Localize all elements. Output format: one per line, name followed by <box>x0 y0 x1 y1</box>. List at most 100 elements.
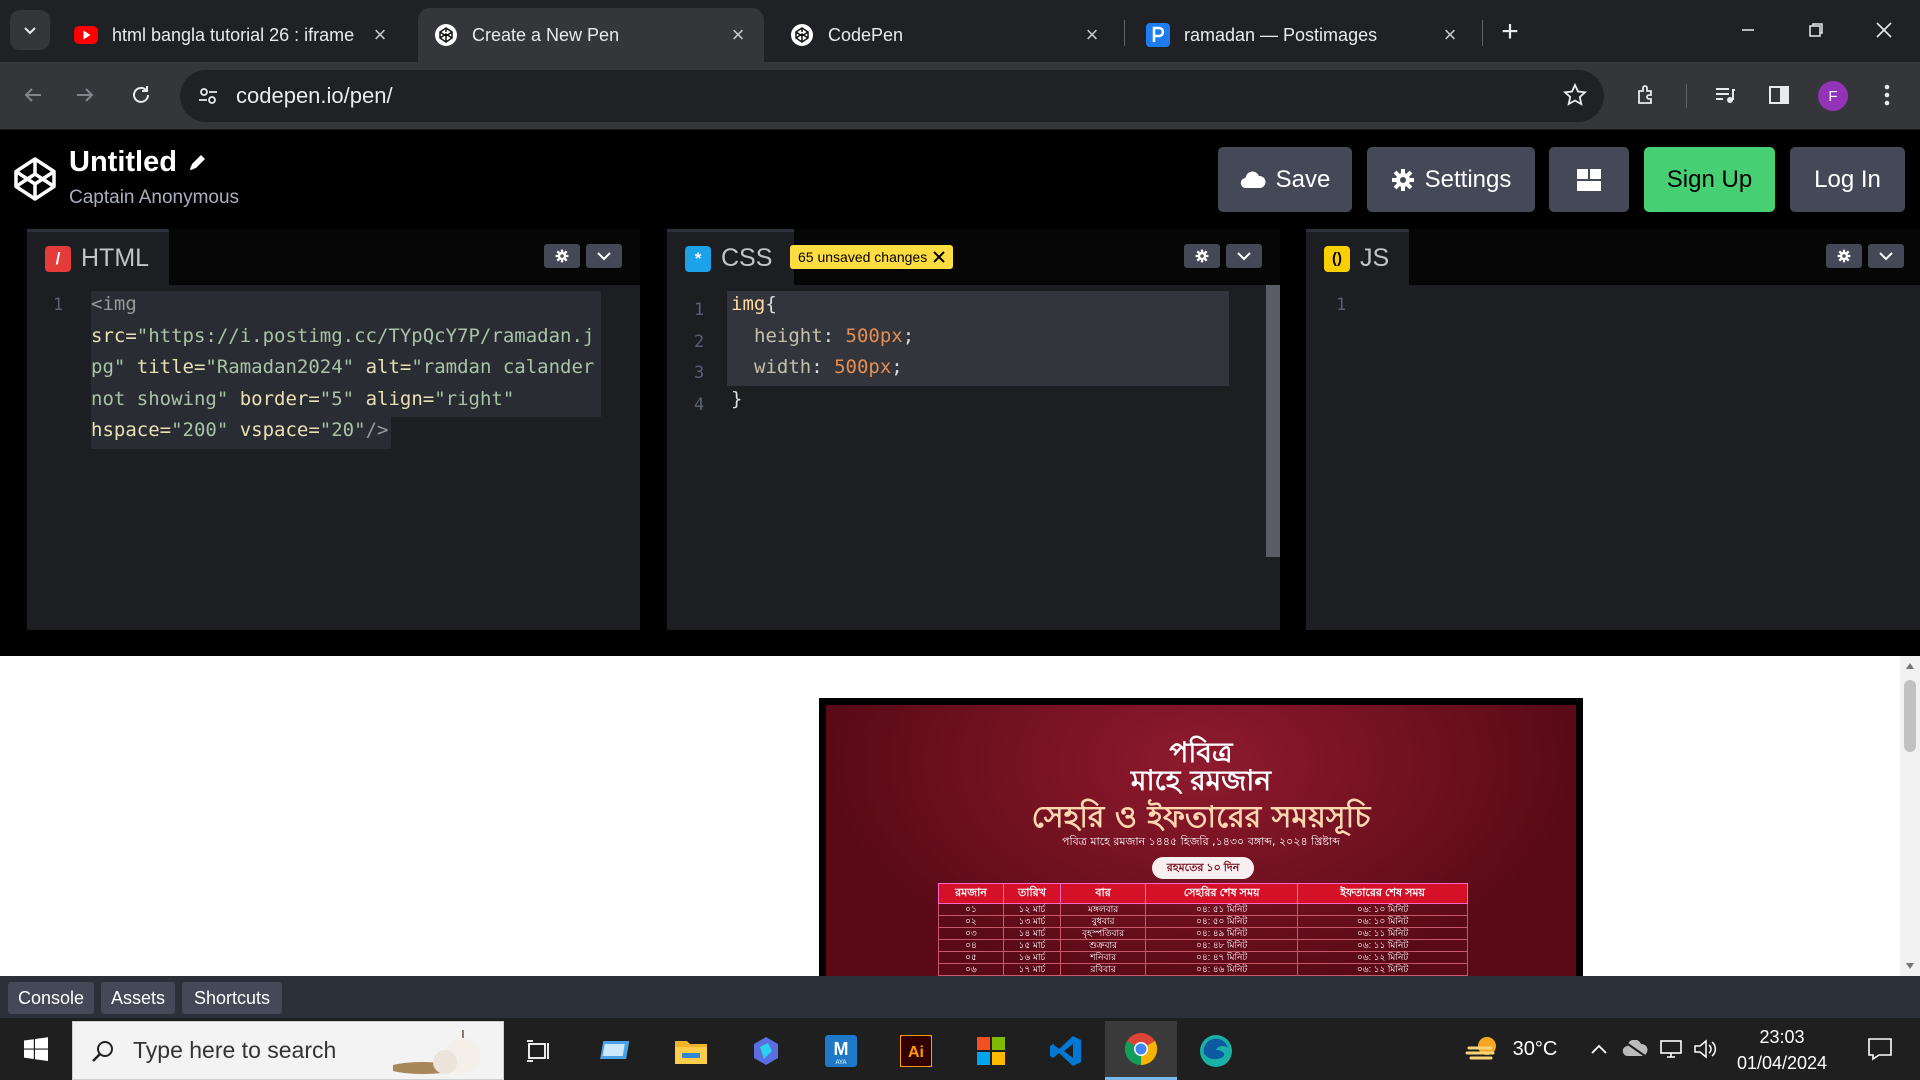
network-status[interactable] <box>1656 1018 1686 1080</box>
taskbar-app-m[interactable]: M AYA <box>805 1021 877 1080</box>
html-editor-tab[interactable]: / HTML <box>27 229 170 285</box>
log-in-button[interactable]: Log In <box>1790 147 1905 212</box>
css-code[interactable]: img{ height: 500px; width: 500px; } <box>731 289 914 415</box>
html-settings-button[interactable] <box>544 244 580 268</box>
console-button[interactable]: Console <box>8 982 94 1014</box>
new-tab-button[interactable]: + <box>1492 14 1528 50</box>
copilot-icon <box>754 1036 778 1065</box>
preview-frame: পবিত্র মাহে রমজান সেহরি ও ইফতারের সময়সূ… <box>0 656 1900 976</box>
save-label: Save <box>1275 165 1331 193</box>
windows-taskbar: Type here to search M AYA Ai 30°C 23:03 … <box>0 1018 1920 1080</box>
browser-tab-postimages[interactable]: ramadan — Postimages × <box>1130 8 1476 62</box>
table-cell: ০৬: ১১ মিনিট <box>1297 927 1468 940</box>
pencil-icon[interactable] <box>187 153 207 173</box>
table-row: ০২ ১৩ মার্চ বুধবার ০৪: ৫০ মিনিট ০৬: ১০ মিনিট <box>938 915 1468 928</box>
arrow-right-icon <box>77 88 94 102</box>
pen-title-text[interactable]: Untitled <box>69 146 177 179</box>
chevron-down-icon <box>24 27 36 35</box>
cloud-icon <box>1240 171 1266 188</box>
profile-avatar[interactable]: F <box>1818 81 1848 111</box>
vscode-icon <box>1050 1035 1081 1066</box>
restore-button[interactable] <box>1782 0 1850 60</box>
table-cell: ০৪: ৪৬ মিনিট <box>1145 963 1299 976</box>
close-tab-icon[interactable]: × <box>1082 22 1102 47</box>
url-text[interactable]: codepen.io/pen/ <box>236 83 393 109</box>
gear-icon <box>1391 168 1414 191</box>
start-button[interactable] <box>10 1031 62 1067</box>
tab-title: Create a New Pen <box>472 24 620 45</box>
codepen-icon <box>790 23 814 47</box>
browser-tab-codepen[interactable]: CodePen × <box>774 8 1118 62</box>
table-cell: ০২ <box>938 915 1004 928</box>
notifications-button[interactable] <box>1858 1018 1902 1080</box>
pen-title[interactable]: Untitled <box>69 146 207 179</box>
js-collapse-button[interactable] <box>1868 244 1904 268</box>
tab-search-button[interactable] <box>10 10 50 50</box>
taskbar-app-file-explorer[interactable] <box>655 1021 727 1080</box>
codepen-logo-icon[interactable] <box>12 156 58 207</box>
postimages-icon <box>1146 23 1170 47</box>
taskbar-app-chrome[interactable] <box>1105 1021 1177 1080</box>
taskbar-search-box[interactable]: Type here to search <box>72 1021 504 1080</box>
site-info-icon[interactable] <box>194 82 222 110</box>
taskbar-app-copilot[interactable] <box>730 1021 802 1080</box>
css-editor-tab[interactable]: * CSS <box>667 229 795 285</box>
cloud-offline-icon <box>1622 1040 1648 1057</box>
editor-scrollbar[interactable] <box>1266 285 1280 557</box>
browser-tab-strip: html bangla tutorial 26 : iframe × Creat… <box>0 0 1920 62</box>
html-code[interactable]: <img src="https://i.postimg.cc/TYpQcY7P/… <box>91 289 594 447</box>
bookmark-star-icon[interactable] <box>1562 82 1588 113</box>
tab-separator <box>1124 20 1125 46</box>
side-panel-button[interactable] <box>1758 74 1800 116</box>
css-editor-pane: * CSS 1 2 3 4 img{ height: 500px; width:… <box>667 229 1280 630</box>
minimize-button[interactable] <box>1714 0 1782 60</box>
css-settings-button[interactable] <box>1184 244 1220 268</box>
onedrive-status[interactable] <box>1620 1018 1650 1080</box>
settings-button[interactable]: Settings <box>1367 147 1535 212</box>
close-window-button[interactable] <box>1850 0 1918 60</box>
system-clock[interactable]: 23:03 01/04/2024 <box>1724 1024 1840 1076</box>
save-button[interactable]: Save <box>1218 147 1352 212</box>
assets-button[interactable]: Assets <box>101 982 175 1014</box>
layout-grid-icon <box>1577 168 1601 191</box>
table-cell: ০৪: ৫১ মিনিট <box>1145 903 1299 916</box>
unsaved-changes-badge[interactable]: 65 unsaved changes <box>790 245 954 269</box>
media-controls-button[interactable] <box>1704 74 1746 116</box>
browser-tab-youtube[interactable]: html bangla tutorial 26 : iframe × <box>58 8 406 62</box>
code-token: "20" <box>319 419 366 441</box>
taskbar-app-remote-desktop[interactable] <box>580 1021 652 1080</box>
js-editor-tab[interactable]: () JS <box>1306 229 1410 285</box>
close-tab-icon[interactable]: × <box>1440 22 1460 47</box>
scroll-down-icon[interactable] <box>1905 962 1915 970</box>
js-settings-button[interactable] <box>1826 244 1862 268</box>
browser-tab-create-pen[interactable]: Create a New Pen × <box>418 8 764 62</box>
preview-scrollbar[interactable] <box>1900 656 1920 976</box>
reload-button[interactable] <box>120 74 162 116</box>
taskbar-app-illustrator[interactable]: Ai <box>880 1021 952 1080</box>
sign-up-button[interactable]: Sign Up <box>1644 147 1775 212</box>
html-collapse-button[interactable] <box>586 244 622 268</box>
scrollbar-thumb[interactable] <box>1904 680 1916 752</box>
forward-button[interactable] <box>64 74 106 116</box>
taskbar-app-office[interactable] <box>955 1021 1027 1080</box>
preview-resize-handle[interactable] <box>0 630 1920 656</box>
show-hidden-icons-button[interactable] <box>1586 1018 1612 1080</box>
task-view-button[interactable] <box>503 1021 575 1080</box>
shortcuts-button[interactable]: Shortcuts <box>182 982 282 1014</box>
taskbar-app-edge[interactable] <box>1180 1021 1252 1080</box>
css-collapse-button[interactable] <box>1226 244 1262 268</box>
back-button[interactable] <box>12 74 54 116</box>
scroll-up-icon[interactable] <box>1905 662 1915 670</box>
close-tab-icon[interactable]: × <box>370 22 390 47</box>
browser-menu-button[interactable] <box>1866 74 1908 116</box>
volume-control[interactable] <box>1690 1018 1720 1080</box>
taskbar-app-vscode[interactable] <box>1030 1021 1102 1080</box>
weather-widget[interactable]: 30°C <box>1456 1018 1566 1080</box>
change-view-button[interactable] <box>1549 147 1629 212</box>
close-icon[interactable] <box>933 251 945 263</box>
code-token: align= <box>354 387 435 410</box>
extensions-button[interactable] <box>1626 74 1668 116</box>
task-view-icon <box>527 1039 549 1062</box>
close-tab-icon[interactable]: × <box>728 22 748 47</box>
address-bar[interactable]: codepen.io/pen/ <box>180 70 1604 122</box>
